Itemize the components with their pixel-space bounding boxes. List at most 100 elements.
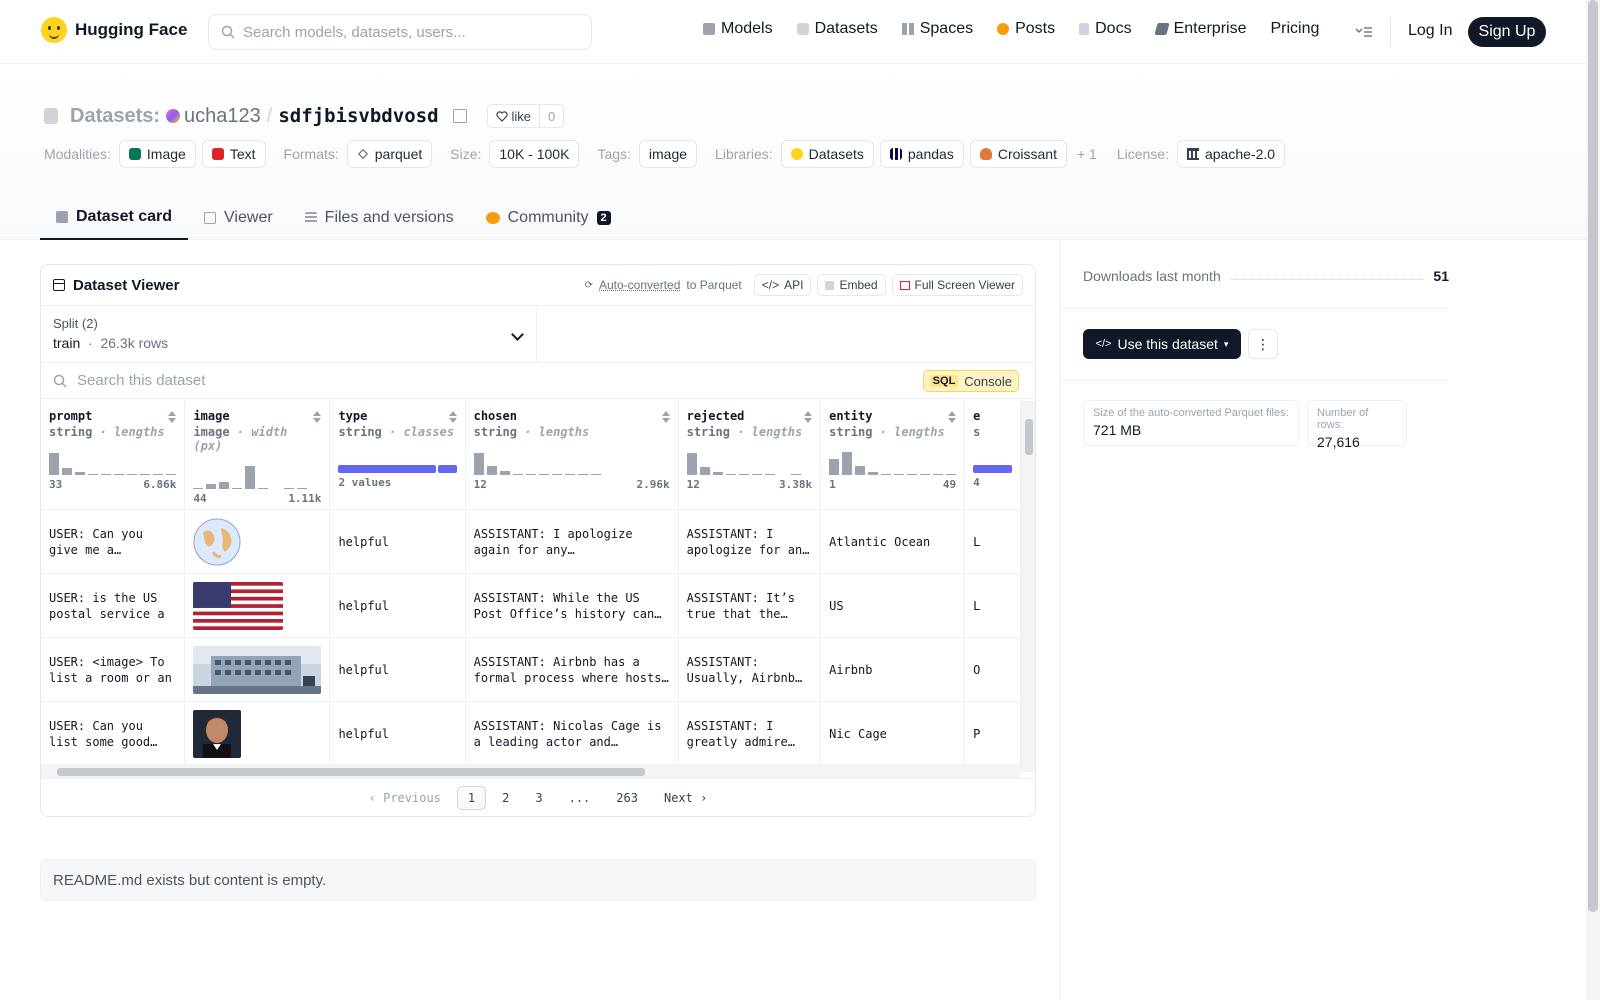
- page-2-button[interactable]: 2: [492, 787, 519, 809]
- table-row[interactable]: USER: is the US postal service a helpful A…: [41, 573, 1021, 638]
- auto-converted-link[interactable]: Auto-converted: [599, 278, 680, 292]
- sort-icon[interactable]: [168, 411, 177, 423]
- login-link[interactable]: Log In: [1408, 22, 1452, 40]
- tab-viewer[interactable]: Viewer: [188, 196, 289, 240]
- tag-parquet[interactable]: parquet: [346, 140, 433, 168]
- full-screen-button[interactable]: Full Screen Viewer: [891, 274, 1023, 296]
- page-3-button[interactable]: 3: [525, 787, 552, 809]
- tab-files[interactable]: Files and versions: [289, 196, 470, 240]
- histogram[interactable]: [829, 447, 957, 475]
- sort-icon[interactable]: [804, 411, 813, 423]
- cell-type[interactable]: helpful: [329, 509, 466, 574]
- table-row[interactable]: USER: Can you list some good Nicolas help…: [41, 701, 1021, 766]
- tag-text[interactable]: Text: [201, 140, 266, 168]
- cell-image[interactable]: [184, 637, 331, 702]
- table-row[interactable]: USER: <image> To list a room or an helpfu…: [41, 637, 1021, 702]
- sort-icon[interactable]: [313, 411, 322, 423]
- vertical-scroll-thumb[interactable]: [1025, 419, 1033, 455]
- cell-e[interactable]: L: [964, 509, 1021, 574]
- tag-size[interactable]: 10K - 100K: [489, 140, 580, 168]
- nav-models[interactable]: Models: [703, 20, 773, 38]
- copy-icon[interactable]: [452, 109, 467, 123]
- cell-rejected[interactable]: ASSISTANT: I apologize for any misunders…: [678, 509, 822, 574]
- histogram[interactable]: [473, 447, 670, 475]
- signup-button[interactable]: Sign Up: [1468, 17, 1546, 47]
- nav-posts[interactable]: Posts: [997, 20, 1055, 38]
- nav-enterprise[interactable]: Enterprise: [1153, 20, 1246, 38]
- cell-type[interactable]: helpful: [329, 573, 466, 638]
- column-header-prompt[interactable]: prompt string · lengths 33 6.86k: [41, 401, 186, 510]
- page-last-button[interactable]: 263: [606, 787, 648, 809]
- nav-spaces[interactable]: Spaces: [901, 20, 973, 38]
- more-libraries[interactable]: + 1: [1077, 146, 1097, 162]
- tag-image-keyword[interactable]: image: [638, 140, 698, 168]
- cell-e[interactable]: L: [964, 573, 1021, 638]
- repo-category[interactable]: Datasets:: [70, 105, 160, 128]
- data-table-container[interactable]: prompt string · lengths 33 6.86k image image …: [41, 401, 1021, 772]
- more-options-button[interactable]: ⋮: [1248, 329, 1278, 359]
- page-scroll-thumb[interactable]: [1588, 0, 1598, 912]
- horizontal-scrollbar[interactable]: [41, 764, 1021, 778]
- vertical-scrollbar[interactable]: [1021, 401, 1035, 772]
- tag-croissant-lib[interactable]: Croissant: [969, 140, 1067, 168]
- sort-icon[interactable]: [661, 411, 670, 423]
- nav-docs[interactable]: Docs: [1079, 20, 1132, 38]
- horizontal-scroll-thumb[interactable]: [57, 768, 645, 776]
- cell-chosen[interactable]: ASSISTANT: Nicolas Cage is a leading act…: [465, 701, 679, 766]
- global-search-input[interactable]: Search models, datasets, users...: [208, 14, 592, 50]
- sort-icon[interactable]: [948, 411, 957, 423]
- cell-image[interactable]: [184, 573, 331, 638]
- tag-license[interactable]: apache-2.0: [1176, 140, 1286, 168]
- cell-rejected[interactable]: ASSISTANT: It’s true that the Postal: [678, 573, 822, 638]
- cell-chosen[interactable]: ASSISTANT: I apologize again for any mis…: [465, 509, 679, 574]
- tab-community[interactable]: Community 2: [470, 196, 627, 240]
- brand-logo[interactable]: Hugging Face: [41, 17, 187, 43]
- use-dataset-button[interactable]: </> Use this dataset ▾: [1083, 329, 1241, 359]
- cell-chosen[interactable]: ASSISTANT: Airbnb has a formal process w…: [465, 637, 679, 702]
- cell-type[interactable]: helpful: [329, 637, 466, 702]
- cell-image[interactable]: [184, 701, 331, 766]
- histogram[interactable]: [193, 461, 321, 489]
- class-distribution[interactable]: [973, 465, 1012, 473]
- split-selector[interactable]: Split (2) train · 26.3k rows: [41, 306, 537, 362]
- class-distribution[interactable]: [338, 465, 457, 473]
- histogram[interactable]: [686, 447, 813, 475]
- cell-type[interactable]: helpful: [329, 701, 466, 766]
- column-header-type[interactable]: type string · classes 2 values: [329, 401, 466, 510]
- cell-chosen[interactable]: ASSISTANT: While the US Post Office’s hi…: [465, 573, 679, 638]
- histogram[interactable]: [49, 447, 176, 475]
- cell-e[interactable]: P: [964, 701, 1021, 766]
- nav-datasets[interactable]: Datasets: [796, 20, 878, 38]
- nav-pricing[interactable]: Pricing: [1270, 20, 1319, 38]
- like-button[interactable]: like 0: [486, 104, 565, 128]
- page-scrollbar[interactable]: [1586, 0, 1600, 1000]
- tab-dataset-card[interactable]: Dataset card: [40, 196, 189, 240]
- sql-console-button[interactable]: SQL Console: [922, 370, 1019, 392]
- previous-page-button[interactable]: ‹ Previous: [359, 787, 451, 809]
- cell-rejected[interactable]: ASSISTANT: I greatly admire Nicolas: [678, 701, 822, 766]
- cell-entity[interactable]: Nic Cage: [820, 701, 966, 766]
- cell-e[interactable]: O: [964, 637, 1021, 702]
- cell-entity[interactable]: Atlantic Ocean: [820, 509, 966, 574]
- api-button[interactable]: </> API: [753, 274, 812, 296]
- cell-prompt[interactable]: USER: <image> To list a room or an: [41, 637, 186, 702]
- column-header-entity[interactable]: entity string · lengths 1 49: [820, 401, 966, 510]
- cell-entity[interactable]: Airbnb: [820, 637, 966, 702]
- cell-rejected[interactable]: ASSISTANT: Usually, Airbnb hosts: [678, 637, 822, 702]
- dataset-search-input[interactable]: Search this dataset SQL Console: [41, 363, 1035, 399]
- tag-image[interactable]: Image: [118, 140, 196, 168]
- more-menu-icon[interactable]: [1355, 25, 1373, 39]
- column-header-chosen[interactable]: chosen string · lengths 12 2.96k: [465, 401, 679, 510]
- cell-prompt[interactable]: USER: Can you list some good Nicolas: [41, 701, 186, 766]
- cell-prompt[interactable]: USER: Can you give me a bulleted list of: [41, 509, 186, 574]
- column-header-image[interactable]: image image · width (px) 44 1.11k: [184, 401, 331, 510]
- repo-name[interactable]: sdfjbisvbdvosd: [278, 105, 438, 127]
- table-row[interactable]: USER: Can you give me a bulleted list of…: [41, 509, 1021, 574]
- embed-button[interactable]: Embed: [817, 274, 886, 296]
- tag-pandas-lib[interactable]: pandas: [879, 140, 964, 168]
- cell-entity[interactable]: US: [820, 573, 966, 638]
- tag-datasets-lib[interactable]: Datasets: [780, 140, 874, 168]
- sort-icon[interactable]: [448, 411, 457, 423]
- cell-prompt[interactable]: USER: is the US postal service a: [41, 573, 186, 638]
- column-header-rejected[interactable]: rejected string · lengths 12 3.38k: [678, 401, 822, 510]
